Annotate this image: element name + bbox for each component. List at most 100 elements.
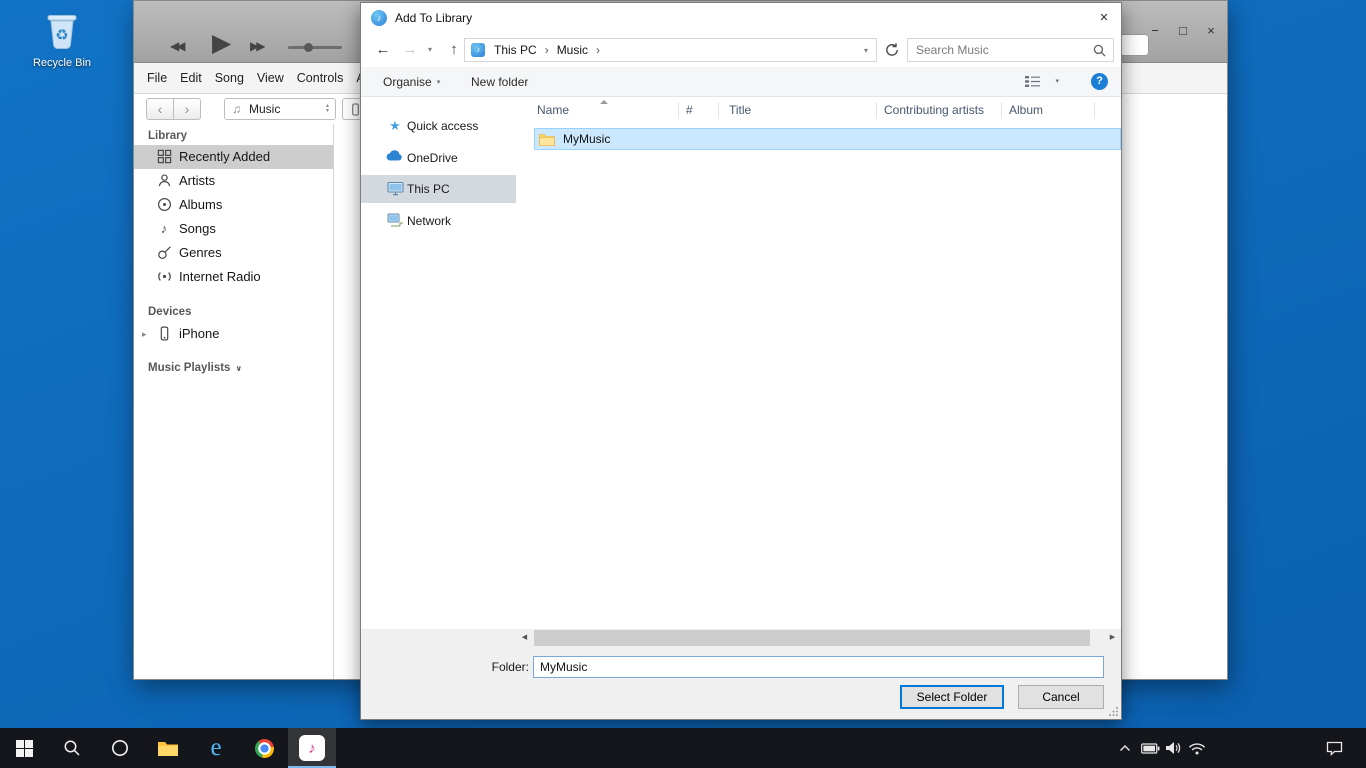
address-bar[interactable]: ♪ This PC › Music › ▾ [464,38,877,62]
tray-show-hidden-icons-button[interactable] [1115,728,1135,768]
dialog-search-box[interactable] [907,38,1114,62]
dropdown-icon: ▾ [437,79,441,86]
updown-carets-icon: ▴▾ [326,104,329,114]
chrome-button[interactable] [240,728,288,768]
caret-down-icon: ▾ [326,109,329,114]
new-folder-button[interactable]: New folder [471,67,528,97]
column-header-album[interactable]: Album [1009,97,1043,124]
collapse-icon: ∨ [235,364,242,373]
dialog-titlebar[interactable]: ♪ Add To Library × [361,3,1121,33]
action-center-button[interactable] [1322,728,1346,768]
breadcrumb-chevron[interactable]: › [539,43,555,57]
column-separator [718,102,719,119]
library-header: Library [148,128,187,144]
taskbar-search-button[interactable] [48,728,96,768]
sidebar-item-internet-radio[interactable]: Internet Radio [134,265,333,289]
menu-controls[interactable]: Controls [297,71,344,85]
note-glyph: ♪ [476,45,480,54]
file-name: MyMusic [563,132,610,146]
menu-song[interactable]: Song [215,71,244,85]
rewind-button[interactable]: ◀◀ [170,39,182,53]
nav-this-pc[interactable]: This PC [361,175,516,203]
organise-menu-button[interactable]: Organise▾ [383,67,440,97]
file-explorer-button[interactable] [144,728,192,768]
chrome-icon [255,739,274,758]
recycle-bin-icon: ♻ [42,8,82,52]
sidebar-item-genres[interactable]: Genres [134,241,333,265]
sidebar-item-label: Recently Added [179,145,270,169]
scrollbar-thumb[interactable] [534,630,1090,646]
select-folder-button[interactable]: Select Folder [900,685,1004,709]
recycle-bin[interactable]: ♻ Recycle Bin [26,8,98,69]
breadcrumb-music[interactable]: Music [555,43,590,57]
resize-grip[interactable] [1108,706,1119,717]
menu-file[interactable]: File [147,71,167,85]
sort-ascending-icon [600,100,608,104]
itunes-sidebar: Library Recently Added Artists Albums [134,124,334,679]
address-dropdown-icon[interactable]: ▾ [864,46,876,55]
music-playlists-header[interactable]: Music Playlists ∨ [148,360,242,376]
albums-icon [156,197,172,213]
recent-locations-dropdown[interactable]: ▾ [423,33,437,67]
sidebar-item-iphone[interactable]: ▸ iPhone [134,322,333,346]
recently-added-icon [156,149,172,165]
nav-label: OneDrive [407,144,458,172]
music-notes-icon: ♫ [232,102,241,116]
menu-edit[interactable]: Edit [180,71,202,85]
tray-battery-button[interactable] [1138,728,1162,768]
view-mode-button[interactable] [1024,75,1041,91]
column-header-title[interactable]: Title [729,97,751,124]
internet-explorer-button[interactable]: e [192,728,240,768]
maximize-button[interactable]: □ [1169,23,1197,38]
itunes-taskbar-button[interactable]: ♪ [288,728,336,768]
back-button[interactable]: ← [371,33,395,67]
cancel-button[interactable]: Cancel [1018,685,1104,709]
column-separator [876,102,877,119]
dialog-close-button[interactable]: × [1087,3,1121,33]
details-view-icon [1024,75,1041,88]
library-dropdown[interactable]: ♫ Music ▴▾ [224,98,336,120]
note-glyph: ♪ [377,13,382,23]
minimize-button[interactable]: − [1141,23,1169,38]
sidebar-item-albums[interactable]: Albums [134,193,333,217]
cortana-button[interactable] [96,728,144,768]
close-button[interactable]: × [1197,23,1225,38]
start-button[interactable] [0,728,48,768]
play-button[interactable]: ▶ [212,28,231,58]
column-header-name[interactable]: Name [537,97,569,124]
nav-quick-access[interactable]: ★ Quick access [361,112,516,140]
column-header-number[interactable]: # [686,97,693,124]
tray-network-button[interactable] [1186,728,1208,768]
nav-onedrive[interactable]: OneDrive [361,144,516,172]
search-input[interactable] [908,43,1093,57]
sidebar-item-recently-added[interactable]: Recently Added [134,145,333,169]
itunes-forward-button[interactable]: › [173,98,201,120]
itunes-icon: ♪ [299,735,325,761]
view-dropdown-icon[interactable]: ▾ [1055,67,1059,97]
volume-knob[interactable] [304,43,313,52]
help-button[interactable]: ? [1091,73,1108,90]
expand-chevron-icon[interactable]: ▸ [142,322,147,346]
tray-volume-button[interactable] [1162,728,1184,768]
file-row-mymusic[interactable]: MyMusic [534,128,1121,150]
sidebar-item-label: iPhone [179,322,219,346]
sidebar-item-songs[interactable]: ♪ Songs [134,217,333,241]
music-playlists-label: Music Playlists [148,362,230,374]
menu-view[interactable]: View [257,71,284,85]
itunes-back-button[interactable]: ‹ [146,98,174,120]
horizontal-scrollbar[interactable]: ◀ ▶ [516,629,1121,647]
fast-forward-button[interactable]: ▶▶ [250,39,262,53]
breadcrumb-this-pc[interactable]: This PC [492,43,539,57]
scroll-right-button[interactable]: ▶ [1104,629,1121,647]
column-header-contributing-artists[interactable]: Contributing artists [884,97,984,124]
taskbar: e ♪ [0,728,1366,768]
volume-slider[interactable] [288,46,342,49]
nav-network[interactable]: Network [361,207,516,235]
forward-button[interactable]: → [399,33,421,67]
up-button[interactable]: ↑ [443,33,465,67]
sidebar-item-artists[interactable]: Artists [134,169,333,193]
breadcrumb-chevron[interactable]: › [590,43,606,57]
folder-name-input[interactable] [533,656,1104,678]
refresh-button[interactable] [884,42,902,58]
scroll-left-button[interactable]: ◀ [516,629,533,647]
